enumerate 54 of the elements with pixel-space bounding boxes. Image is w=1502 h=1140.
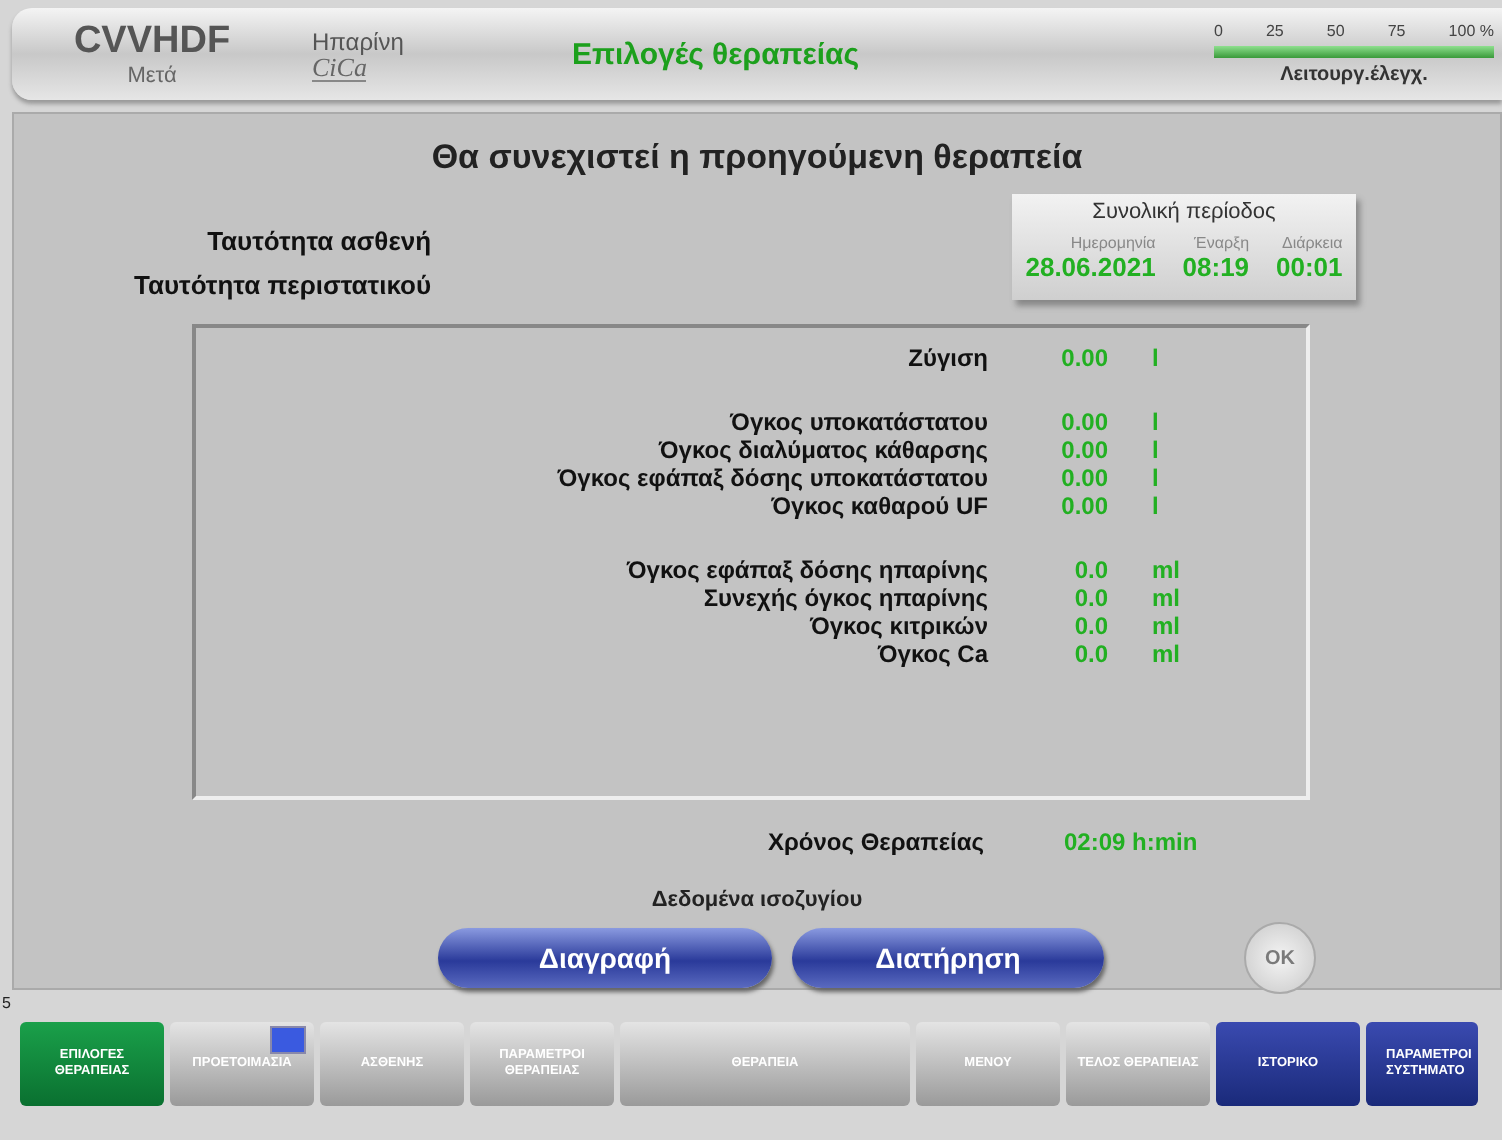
anticoagulation-logo: CiCa: [312, 55, 367, 81]
therapy-phase: Μετά: [127, 64, 177, 88]
period-title: Συνολική περίοδος: [1090, 200, 1278, 224]
balance-unit: l: [1150, 436, 1161, 464]
heading: Θα συνεχιστεί η προηγούμενη θεραπεία: [429, 138, 1085, 178]
balance-unit: l: [1150, 464, 1161, 492]
screen-title: Επιλογές θεραπείας: [570, 37, 862, 71]
progress-tick: 50: [1326, 22, 1345, 40]
balance-unit: ml: [1150, 556, 1183, 584]
balance-label: Ζύγιση: [906, 344, 988, 372]
balance-unit: l: [1150, 408, 1161, 436]
balance-unit: ml: [1150, 640, 1183, 668]
period-column-label: Ημερομηνία: [1070, 234, 1156, 252]
balance-unit: l: [1150, 492, 1161, 520]
period-value: 08:19: [1182, 252, 1250, 282]
balance-label: Όγκος καθαρού UF: [769, 492, 988, 520]
id-label: Ταυτότητα περιστατικού: [134, 270, 432, 300]
period-value: 00:01: [1276, 252, 1343, 282]
balance-label: Συνεχής όγκος ηπαρίνης: [701, 584, 988, 612]
progress-tick: 25: [1265, 22, 1284, 40]
balance-label: Όγκος εφάπαξ δόσης ηπαρίνης: [624, 556, 988, 584]
balance-value: 0.00: [1059, 436, 1108, 464]
balance-value: 0.00: [1059, 344, 1108, 372]
period-column-label: Έναρξη: [1194, 234, 1250, 252]
balance-label: Όγκος διαλύματος κάθαρσης: [656, 436, 988, 464]
balance-value: 0.0: [1072, 612, 1108, 640]
period-column-label: Διάρκεια: [1281, 234, 1343, 252]
balance-unit: l: [1150, 344, 1161, 372]
progress-label: Λειτουργ.έλεγχ.: [1278, 64, 1430, 86]
balance-unit: ml: [1150, 584, 1183, 612]
balance-value: 0.0: [1072, 640, 1108, 668]
side-mark: 5: [2, 994, 13, 1014]
action-button[interactable]: Διατήρηση: [792, 928, 1104, 988]
therapy-mode: CVVHDF: [73, 20, 231, 64]
balance-value: 0.0: [1072, 584, 1108, 612]
balance-label: Όγκος εφάπαξ δόσης υποκατάστατου: [555, 464, 988, 492]
action-button[interactable]: Διαγραφή: [438, 928, 772, 988]
id-label: Ταυτότητα ασθενή: [207, 226, 432, 256]
period-value: 28.06.2021: [1025, 252, 1156, 282]
therapy-time-value: 02:09 h:min: [1062, 828, 1200, 856]
balance-value: 0.00: [1059, 464, 1108, 492]
balance-label: Όγκος κιτρικών: [807, 612, 988, 640]
balance-label: Όγκος Ca: [875, 640, 988, 668]
balance-value: 0.0: [1072, 556, 1108, 584]
progress-tick: 75: [1387, 22, 1406, 40]
balance-value: 0.00: [1059, 408, 1108, 436]
progress-tick: 100 %: [1448, 22, 1494, 40]
therapy-time-label: Χρόνος Θεραπείας: [766, 828, 984, 856]
balance-data-label: Δεδομένα ισοζυγίου: [649, 888, 865, 912]
anticoagulation-label: Ηπαρίνη: [312, 27, 404, 55]
balance-value: 0.00: [1059, 492, 1108, 520]
balance-label: Όγκος υποκατάστατου: [727, 408, 988, 436]
progress-tick: 0: [1214, 22, 1223, 40]
balance-unit: ml: [1150, 612, 1183, 640]
